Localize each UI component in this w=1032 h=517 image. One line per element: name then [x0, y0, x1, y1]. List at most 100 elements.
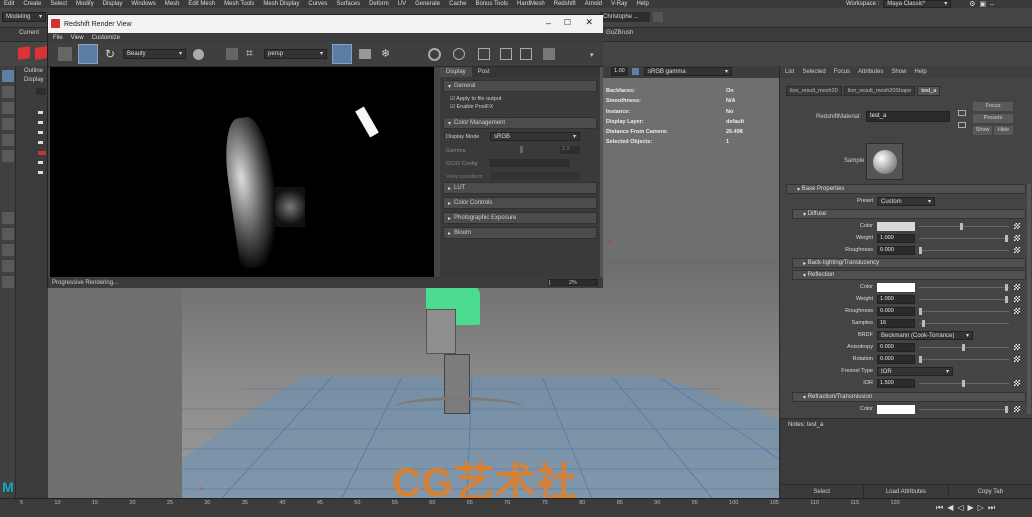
material-swatch[interactable] — [866, 143, 903, 180]
reflection-color-swatch[interactable] — [877, 283, 915, 292]
window-icon[interactable]: ▣ — [980, 0, 987, 8]
diffuse-roughness-slider[interactable] — [919, 250, 1009, 251]
menu-item[interactable]: Mesh — [165, 1, 180, 7]
grid-icon[interactable] — [226, 48, 238, 60]
menu-item[interactable]: Arnold — [585, 1, 602, 7]
select-tool-icon[interactable] — [2, 70, 14, 82]
menu-file[interactable]: File — [53, 35, 63, 41]
outliner-display-menu[interactable]: Display — [24, 77, 44, 83]
slider-knob[interactable] — [1005, 235, 1008, 242]
settings-icon[interactable]: ⚙ — [969, 0, 975, 8]
reflection-roughness-field[interactable]: 0.000 — [877, 307, 915, 316]
menu-item[interactable]: UV — [398, 1, 406, 7]
menu-item[interactable]: Redshift — [554, 1, 576, 7]
menu-item[interactable]: Deform — [369, 1, 389, 7]
menu-item[interactable]: Select — [50, 1, 67, 7]
samples-field[interactable]: 16 — [877, 319, 915, 328]
gamma-field[interactable]: 1.00 — [611, 67, 628, 76]
map-button-icon[interactable] — [1014, 344, 1020, 350]
shelf-gozbrush-tab[interactable]: GoZBrush — [606, 30, 633, 36]
menu-item[interactable]: Curves — [308, 1, 327, 7]
step-forward-icon[interactable]: ▷ — [978, 503, 984, 513]
section-color-management[interactable]: ▾ Color Management — [443, 117, 597, 129]
menu-item[interactable]: Edit — [4, 1, 14, 7]
ae-scrollbar[interactable] — [1027, 184, 1031, 414]
color-channel-icon[interactable] — [193, 49, 204, 60]
region-icon[interactable] — [500, 48, 512, 60]
ae-tab-mesh[interactable]: lion_result_mesh20 — [786, 86, 842, 96]
close-icon[interactable]: ✕ — [585, 17, 593, 28]
focus-icon[interactable] — [478, 48, 490, 60]
map-button-icon[interactable] — [1014, 356, 1020, 362]
cube-icon-2[interactable] — [35, 45, 47, 61]
samples-slider[interactable] — [919, 323, 1009, 324]
ocio-field[interactable] — [490, 159, 570, 167]
menu-item[interactable]: Modify — [76, 1, 94, 7]
ae-menu-help[interactable]: Help — [914, 69, 926, 75]
presets-button[interactable]: Presets — [973, 114, 1013, 123]
group-diffuse[interactable]: ▾ Diffuse — [792, 209, 1026, 219]
select-button[interactable]: Select — [780, 485, 865, 498]
outliner-item-icon[interactable] — [38, 121, 43, 124]
outliner-item-icon[interactable] — [38, 141, 43, 144]
load-attributes-button[interactable]: Load Attributes — [864, 485, 949, 498]
reflection-weight-slider[interactable] — [919, 299, 1009, 300]
user-account[interactable]: Christophe ... — [600, 12, 650, 22]
menu-item[interactable]: Help — [636, 1, 648, 7]
play-back-icon[interactable]: ◁ — [957, 503, 963, 513]
map-button-icon[interactable] — [1014, 235, 1020, 241]
menu-item[interactable]: Cache — [449, 1, 466, 7]
refraction-color-swatch[interactable] — [877, 405, 915, 414]
layout-four-icon[interactable] — [2, 228, 14, 240]
menu-item[interactable]: Mesh Tools — [224, 1, 254, 7]
render-image[interactable] — [50, 67, 434, 277]
menu-view[interactable]: View — [71, 35, 84, 41]
diffuse-roughness-field[interactable]: 0.000 — [877, 246, 915, 255]
ae-menu-show[interactable]: Show — [891, 69, 906, 75]
outliner-item-icon[interactable] — [38, 151, 46, 155]
add-icon[interactable] — [543, 48, 555, 60]
refraction-color-slider[interactable] — [919, 409, 1009, 410]
map-button-icon[interactable] — [1014, 247, 1020, 253]
chevron-down-icon[interactable]: ▾ — [590, 51, 594, 59]
refresh-icon[interactable]: ↻ — [105, 47, 115, 61]
map-button-icon[interactable] — [1014, 406, 1020, 412]
account-icon[interactable] — [653, 12, 663, 22]
gamma-slider[interactable] — [520, 146, 523, 153]
show-button[interactable]: Show — [973, 126, 992, 135]
go-output-icon[interactable] — [958, 122, 966, 128]
outliner-item-icon[interactable] — [38, 161, 43, 164]
ae-menu-attributes[interactable]: Attributes — [858, 69, 883, 75]
preset-select[interactable]: Custom ▾ — [877, 197, 935, 206]
shelf-current-tab[interactable]: Current — [19, 30, 39, 36]
slider-knob[interactable] — [1005, 284, 1008, 291]
menu-item[interactable]: Surfaces — [336, 1, 360, 7]
outliner-item-icon[interactable] — [38, 171, 43, 174]
goto-start-icon[interactable]: ⏮ — [936, 503, 943, 513]
group-reflection[interactable]: ▾ Reflection — [792, 270, 1026, 280]
map-button-icon[interactable] — [1014, 296, 1020, 302]
menu-item[interactable]: Generate — [415, 1, 440, 7]
outliner-item-icon[interactable] — [38, 111, 43, 114]
menu-item[interactable]: Display — [103, 1, 123, 7]
fresnel-select[interactable]: IOR ▾ — [877, 367, 953, 376]
ae-menu-list[interactable]: List — [785, 69, 794, 75]
workspace-select[interactable]: Maya Classic* ▾ — [883, 0, 952, 8]
slider-knob[interactable] — [919, 247, 922, 254]
diffuse-color-slider[interactable] — [919, 226, 1009, 227]
copy-tab-button[interactable]: Copy Tab — [949, 485, 1032, 498]
notes-area[interactable]: Notes: test_a — [780, 418, 1032, 484]
exposure-icon[interactable] — [632, 68, 639, 75]
gear-icon[interactable] — [453, 48, 465, 60]
time-slider[interactable]: 5 10 15 20 25 30 35 40 45 50 55 60 65 70 75 80 85 90 95 100… — [0, 498, 1032, 517]
menu-item[interactable]: Bonus Tools — [475, 1, 508, 7]
display-mode-select[interactable]: sRGB ▾ — [490, 132, 580, 141]
slider-knob[interactable] — [1005, 296, 1008, 303]
diffuse-weight-field[interactable]: 1.000 — [877, 234, 915, 243]
section-lut[interactable]: ▸ LUT — [443, 182, 597, 194]
group-base-properties[interactable]: ▾ Base Properties — [786, 184, 1026, 194]
menu-item[interactable]: HardMesh — [517, 1, 545, 7]
tab-display[interactable]: Display — [440, 67, 472, 77]
aov-select[interactable]: Beauty ▾ — [123, 49, 186, 59]
stop-render-button[interactable] — [78, 44, 98, 64]
